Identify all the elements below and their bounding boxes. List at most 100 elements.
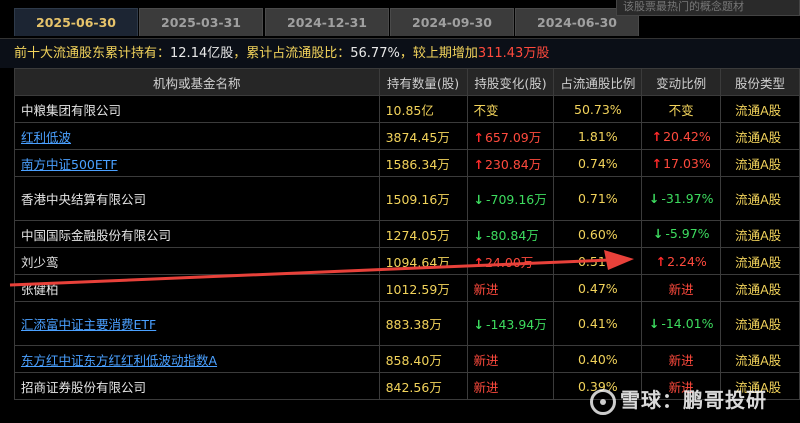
holder-pct-text: -5.97% (653, 226, 710, 241)
holder-name-link[interactable]: 东方红中证东方红红利低波动指数A (14, 345, 380, 373)
holders-summary: 前十大流通股东累计持有：12.14亿股，累计占流通股比：56.77%，较上期增加… (0, 38, 800, 68)
holder-ratio-text: 50.73% (574, 101, 622, 117)
holder-qty: 883.38万 (378, 301, 468, 346)
holder-qty-text: 1094.64万 (385, 254, 450, 270)
holder-name-link-text[interactable]: 红利低波 (21, 130, 71, 145)
holder-ratio: 0.60% (553, 220, 643, 248)
holder-change-text: -709.16万 (474, 192, 547, 207)
holder-qty-text: 1274.05万 (385, 227, 450, 243)
holder-type-text: 流通A股 (735, 352, 782, 368)
holder-pct-text: -14.01% (649, 316, 714, 331)
holder-qty: 1274.05万 (378, 220, 468, 248)
holder-name-text: 刘少鸾 (21, 254, 59, 270)
header-qty: 持有数量(股) (378, 68, 468, 96)
holder-ratio: 50.73% (553, 95, 643, 123)
holder-qty-text: 883.38万 (385, 317, 442, 332)
holder-name-text: 中粮集团有限公司 (21, 102, 122, 118)
holders-table: 机构或基金名称 持有数量(股) 持股变化(股) 占流通股比例 变动比例 股份类型… (14, 68, 800, 400)
holder-type-text: 流通A股 (735, 129, 782, 145)
holder-pct-text: 新进 (668, 281, 694, 297)
holder-type: 流通A股 (720, 220, 800, 248)
header-pct: 变动比例 (641, 68, 722, 96)
holder-ratio: 0.41% (553, 301, 643, 346)
holder-type: 流通A股 (720, 274, 800, 302)
holder-ratio-text: 1.81% (577, 128, 618, 144)
holder-name-link[interactable]: 红利低波 (14, 122, 380, 150)
holder-ratio-text: 0.71% (577, 191, 618, 206)
holder-change: -143.94万 (466, 301, 555, 346)
holder-change: -80.84万 (466, 220, 555, 248)
holder-pct: 2.24% (641, 247, 722, 275)
holder-type-text: 流通A股 (735, 102, 782, 118)
holder-qty-text: 10.85亿 (385, 102, 434, 118)
holder-qty-text: 1509.16万 (385, 192, 450, 207)
tab-2025-03-31[interactable]: 2025-03-31 (139, 8, 263, 36)
holder-ratio-text: 0.51% (577, 253, 618, 269)
header-ratio: 占流通股比例 (553, 68, 643, 96)
holder-name-link[interactable]: 南方中证500ETF (14, 149, 380, 177)
holder-change: 新进 (466, 345, 555, 373)
tab-2024-09-30[interactable]: 2024-09-30 (390, 8, 514, 36)
holder-ratio-text: 0.74% (577, 155, 618, 171)
holder-ratio: 0.40% (553, 345, 643, 373)
holder-qty: 1586.34万 (378, 149, 468, 177)
holder-change-text: -80.84万 (474, 228, 539, 243)
holder-name: 香港中央结算有限公司 (14, 176, 380, 221)
holder-ratio: 0.71% (553, 176, 643, 221)
holder-type: 流通A股 (720, 95, 800, 123)
watermark: 雪球：鹏哥投研 (590, 384, 790, 415)
table-row: 香港中央结算有限公司 1509.16万 -709.16万 0.71% -31.97% 流通… (14, 176, 800, 221)
holder-ratio-text: 0.47% (577, 280, 618, 296)
holder-qty: 3874.45万 (378, 122, 468, 150)
holder-name: 招商证券股份有限公司 (14, 372, 380, 400)
holder-change: -709.16万 (466, 176, 555, 221)
table-row: 刘少鸾 1094.64万 24.00万 0.51% 2.24% 流通A股 (14, 247, 800, 275)
holder-pct-text: 新进 (668, 352, 694, 368)
holder-name: 刘少鸾 (14, 247, 380, 275)
holder-type-text: 流通A股 (735, 281, 782, 297)
holder-change-text: 24.00万 (474, 255, 534, 270)
holder-ratio-text: 0.40% (577, 351, 618, 367)
holder-pct-text: 20.42% (652, 129, 711, 144)
holder-ratio-text: 0.60% (577, 226, 618, 242)
holder-change-text: 新进 (473, 352, 499, 368)
holder-change: 24.00万 (466, 247, 555, 275)
tab-2025-06-30[interactable]: 2025-06-30 (14, 8, 138, 36)
holder-change-text: -143.94万 (474, 317, 547, 332)
holder-qty: 1509.16万 (378, 176, 468, 221)
header-type: 股份类型 (720, 68, 800, 96)
holder-pct: 不变 (641, 95, 722, 123)
holder-name-link-text[interactable]: 南方中证500ETF (21, 157, 118, 172)
holder-pct-text: 不变 (668, 102, 694, 118)
holder-type-text: 流通A股 (735, 156, 782, 172)
search-input[interactable]: 该股票最热门的概念题材 (616, 0, 800, 16)
holder-qty-text: 1012.59万 (385, 281, 450, 297)
tab-2024-12-31[interactable]: 2024-12-31 (265, 8, 389, 36)
holder-type-text: 流通A股 (735, 192, 782, 207)
period-tabbar: 2025-06-30 2025-03-31 2024-12-31 2024-09… (0, 0, 800, 38)
holder-change-text: 657.09万 (474, 130, 542, 145)
holder-pct-text: 17.03% (652, 156, 711, 171)
holder-ratio: 1.81% (553, 122, 643, 150)
holder-type-text: 流通A股 (735, 317, 782, 332)
summary-held: 12.14亿股 (170, 46, 234, 61)
holder-name-link[interactable]: 汇添富中证主要消费ETF (14, 301, 380, 346)
holder-type: 流通A股 (720, 345, 800, 373)
table-row: 中国国际金融股份有限公司 1274.05万 -80.84万 0.60% -5.97% 流通… (14, 220, 800, 248)
holder-pct-text: 2.24% (656, 254, 707, 269)
holder-change-text: 230.84万 (474, 157, 542, 172)
holder-pct-text: -31.97% (649, 191, 714, 206)
holder-name-text: 中国国际金融股份有限公司 (21, 227, 172, 243)
table-header-row: 机构或基金名称 持有数量(股) 持股变化(股) 占流通股比例 变动比例 股份类型 (14, 68, 800, 96)
holder-name-link-text[interactable]: 东方红中证东方红红利低波动指数A (21, 353, 217, 368)
holder-qty-text: 858.40万 (385, 352, 442, 368)
summary-prefix: 前十大流通股东累计持有： (14, 46, 171, 61)
holder-name-link-text[interactable]: 汇添富中证主要消费ETF (21, 317, 156, 332)
holder-name-text: 张健柏 (21, 281, 59, 297)
holder-type: 流通A股 (720, 176, 800, 221)
header-name: 机构或基金名称 (14, 68, 380, 96)
holder-change: 新进 (466, 274, 555, 302)
table-row: 东方红中证东方红红利低波动指数A 858.40万 新进 0.40% 新进 流通A股 (14, 345, 800, 373)
holder-pct: 17.03% (641, 149, 722, 177)
table-row: 汇添富中证主要消费ETF 883.38万 -143.94万 0.41% -14.01% 流… (14, 301, 800, 346)
